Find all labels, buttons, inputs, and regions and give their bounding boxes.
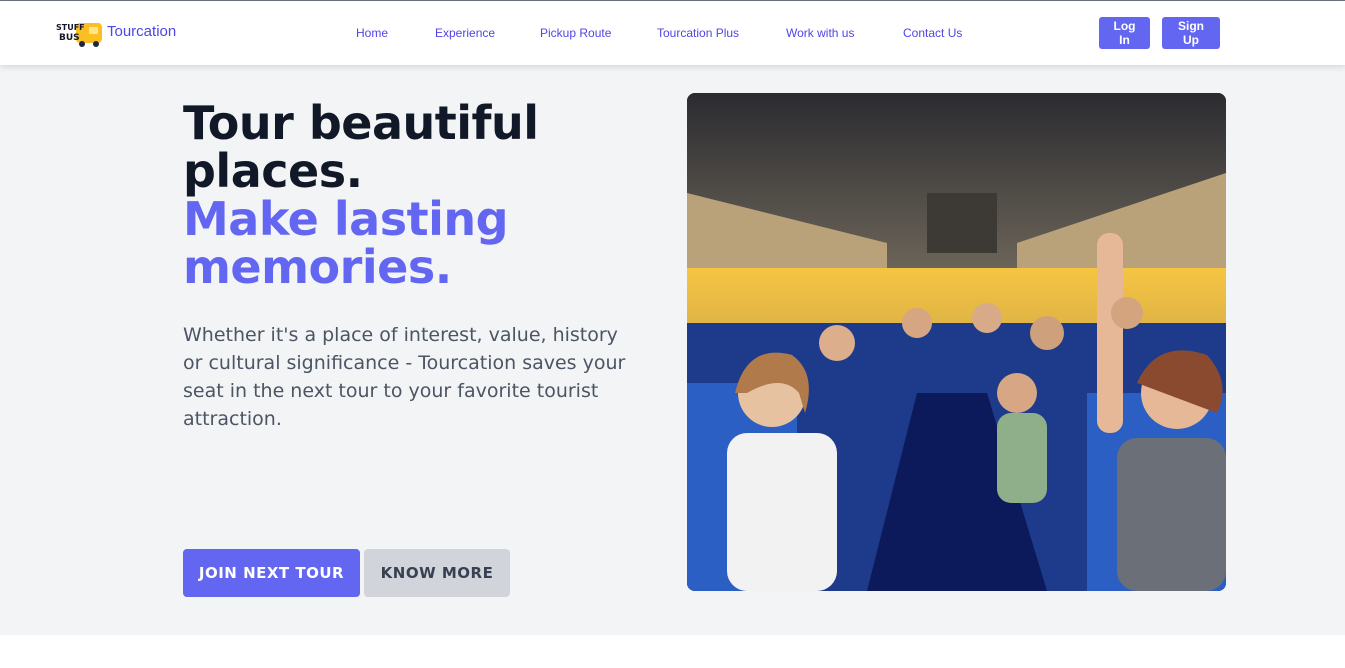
nav-work-with-us[interactable]: Work with us (786, 26, 854, 40)
join-next-tour-button[interactable]: JOIN NEXT TOUR (183, 549, 360, 597)
hero-title-line: Tour beautiful places. (183, 96, 539, 198)
hero-image (687, 93, 1226, 591)
nav-tourcation-plus[interactable]: Tourcation Plus (657, 26, 739, 40)
know-more-button[interactable]: KNOW MORE (364, 549, 510, 597)
svg-text:BUS: BUS (59, 33, 80, 43)
stuff-the-bus-logo-icon[interactable]: STUFF BUS (56, 19, 104, 47)
login-button[interactable]: Log In (1099, 17, 1150, 49)
hero-section: Tour beautiful places. Make lasting memo… (0, 65, 1345, 635)
signup-button[interactable]: Sign Up (1162, 17, 1220, 49)
nav-contact-us[interactable]: Contact Us (903, 26, 962, 40)
navbar: STUFF BUS Tourcation Home Experience Pic… (0, 1, 1345, 65)
hero-description: Whether it's a place of interest, value,… (183, 324, 626, 430)
svg-text:STUFF: STUFF (56, 23, 85, 32)
nav-home[interactable]: Home (356, 26, 388, 40)
brand-name[interactable]: Tourcation (107, 23, 176, 40)
nav-pickup-route[interactable]: Pickup Route (540, 26, 611, 40)
page-bottom (0, 635, 1345, 668)
hero-title: Tour beautiful places. Make lasting memo… (183, 99, 603, 291)
hero-title-accent: Make lasting memories. (183, 192, 509, 294)
nav-experience[interactable]: Experience (435, 26, 495, 40)
